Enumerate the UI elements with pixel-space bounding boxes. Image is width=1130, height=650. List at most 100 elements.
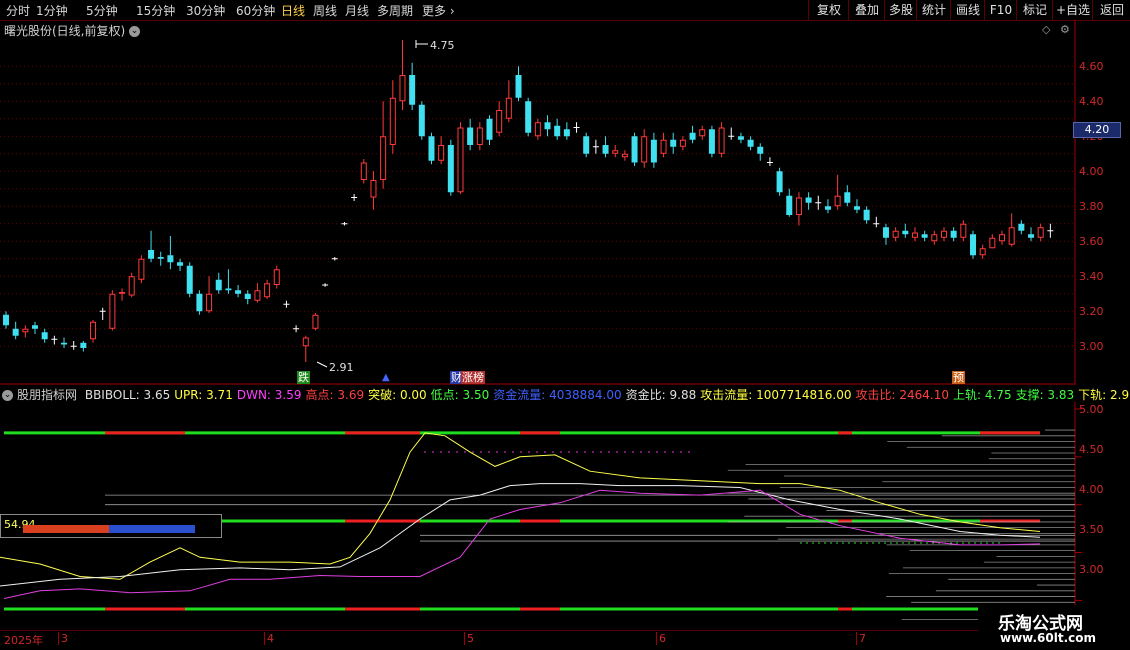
date-axis: 2025年 3 4 5 6 7 [0,630,978,647]
month-label: 5 [464,632,474,645]
candle-body [515,75,522,98]
month-label: 6 [656,632,666,645]
upr-line [0,432,1041,580]
candle-body [3,314,9,326]
indicator-value: 突破: 0.00 [368,388,427,402]
price-tick: 3.40 [1079,270,1104,283]
low-arrow [316,361,328,368]
tab-monthly[interactable]: 月线 [345,2,369,19]
candle-body [525,101,532,133]
candle-body [457,127,464,193]
tab-daily[interactable]: 日线 [281,2,305,19]
candle-body [1008,227,1015,245]
candle-body [389,97,396,145]
current-price-badge: 4.20 [1073,122,1121,138]
tab-60min[interactable]: 60分钟 [236,2,275,19]
indicator-value: BBIBOLL: 3.65 [84,388,171,402]
gauge-track [23,525,195,533]
indicator-value: 低点: 3.50 [430,388,490,402]
candle-body [206,293,213,312]
candle-body [196,293,203,312]
candle-body [612,150,619,154]
candle-body [931,234,938,242]
watermark-url: www.60lt.com [1000,631,1097,645]
candle-body [979,248,986,256]
candle-body [157,257,164,259]
add-watchlist-button[interactable]: +自选 [1052,0,1093,20]
candle-body [215,279,222,291]
indicator-tick: 4.00 [1079,483,1104,496]
candle-body [737,136,744,140]
indicator-tick: 3.50 [1079,523,1104,536]
stats-button[interactable]: 统计 [916,0,951,20]
indicator-tick: 5.00 [1079,403,1104,416]
limit-up-tag[interactable]: 涨榜 [461,371,485,384]
price-tick: 3.20 [1079,305,1104,318]
candle-body [718,127,725,154]
dwn-line [3,489,1041,599]
tab-timeshare[interactable]: 分时 [6,2,30,19]
candle-body [360,162,367,180]
candle-body [534,122,541,137]
candle-body [90,321,97,340]
candle-body [631,136,638,163]
indicator-name[interactable]: 股朋指标网 [17,388,77,402]
candle-body [418,104,425,137]
price-tick: 4.40 [1079,95,1104,108]
draw-line-button[interactable]: 画线 [950,0,985,20]
annotations: 4.75 2.91 [316,39,455,374]
indicator-value: 上轨: 4.75 [953,388,1012,402]
candle-body [138,258,145,280]
fall-tag[interactable]: 跌 [297,371,310,384]
tab-5min[interactable]: 5分钟 [86,2,118,19]
candlestick-chart[interactable]: 4.75 2.91 [0,20,1130,385]
indicator-value: UPR: 3.71 [174,388,233,402]
tab-15min[interactable]: 15分钟 [136,2,175,19]
candle-body [438,145,445,161]
indicator-value: 下轨: 2.91 [1078,388,1130,402]
candle-body [22,328,29,333]
candle-body [892,230,899,238]
tab-1min[interactable]: 1分钟 [36,2,68,19]
candle-body [602,145,609,154]
multi-stock-button[interactable]: 多股 [884,0,917,20]
candle-body [921,234,928,238]
chevron-right-icon: › [449,4,455,18]
candle-body [989,237,996,249]
candle-body [757,146,764,154]
candle-body [621,153,628,158]
candle-body [312,314,319,329]
adjust-button[interactable]: 复权 [808,0,849,20]
gauge-box: 54.94 [0,514,222,538]
year-label: 2025年 [4,634,43,647]
gauge-fill [23,525,109,533]
back-button[interactable]: 返回 [1092,0,1130,20]
candle-body [496,110,503,133]
candle-body [119,292,126,294]
overlay-button[interactable]: 叠加 [848,0,885,20]
price-tick: 4.60 [1079,60,1104,73]
candle-body [399,75,406,102]
forecast-tag[interactable]: 预 [952,371,965,384]
tab-multi-period[interactable]: 多周期 [377,2,413,19]
tab-weekly[interactable]: 周线 [313,2,337,19]
f10-button[interactable]: F10 [984,0,1017,20]
candle-body [689,132,696,140]
candle-body [235,290,242,294]
price-tick: 3.60 [1079,235,1104,248]
candle-body [863,209,870,221]
candle-body [273,269,280,285]
candle-body [148,250,155,259]
candle-body [244,293,251,299]
candle-body [61,342,68,345]
mark-button[interactable]: 标记 [1016,0,1053,20]
tab-30min[interactable]: 30分钟 [186,2,225,19]
candle-body [505,97,512,119]
candle-body [699,129,706,137]
triangle-up-icon: ▲ [382,372,390,383]
tab-more[interactable]: 更多 › [422,2,455,19]
month-label: 3 [58,632,68,645]
candle-body [1028,234,1035,238]
period-toolbar: 分时 1分钟 5分钟 15分钟 30分钟 60分钟 日线 周线 月线 多周期 更… [0,0,1130,21]
chevron-down-icon[interactable]: ⌄ [2,390,13,401]
